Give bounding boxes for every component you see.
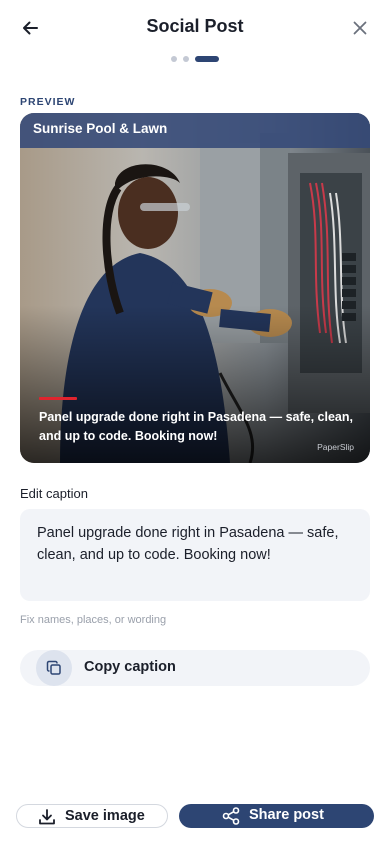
- step-dot-active: [195, 56, 219, 62]
- caption-accent-bar: [39, 397, 77, 400]
- copy-icon-badge: [36, 650, 72, 686]
- edit-caption-label: Edit caption: [20, 486, 88, 501]
- step-indicator: [0, 56, 390, 62]
- page-title: Social Post: [146, 16, 244, 36]
- close-button[interactable]: [348, 16, 372, 40]
- caption-input[interactable]: [20, 509, 370, 601]
- save-image-button[interactable]: Save image: [16, 804, 168, 828]
- header: Social Post: [0, 0, 390, 56]
- business-name: Sunrise Pool & Lawn: [33, 121, 168, 136]
- share-post-label: Share post: [249, 807, 324, 823]
- watermark: PaperSlip: [317, 442, 354, 452]
- share-post-button[interactable]: Share post: [179, 804, 374, 828]
- post-preview-card: Sunrise Pool & Lawn Panel upgrade done r…: [20, 113, 370, 463]
- share-icon: [222, 807, 240, 825]
- overlay-caption: Panel upgrade done right in Pasadena — s…: [39, 410, 353, 443]
- preview-section-label: PREVIEW: [20, 96, 76, 108]
- step-dot: [183, 56, 189, 62]
- copy-caption-label: Copy caption: [84, 659, 176, 675]
- step-dot: [171, 56, 177, 62]
- caption-hint: Fix names, places, or wording: [20, 614, 167, 626]
- copy-caption-button[interactable]: Copy caption: [20, 650, 370, 686]
- business-banner: Sunrise Pool & Lawn: [20, 113, 370, 148]
- copy-icon: [46, 660, 61, 675]
- save-image-label: Save image: [65, 808, 145, 824]
- close-icon: [353, 21, 367, 35]
- download-icon: [39, 809, 55, 825]
